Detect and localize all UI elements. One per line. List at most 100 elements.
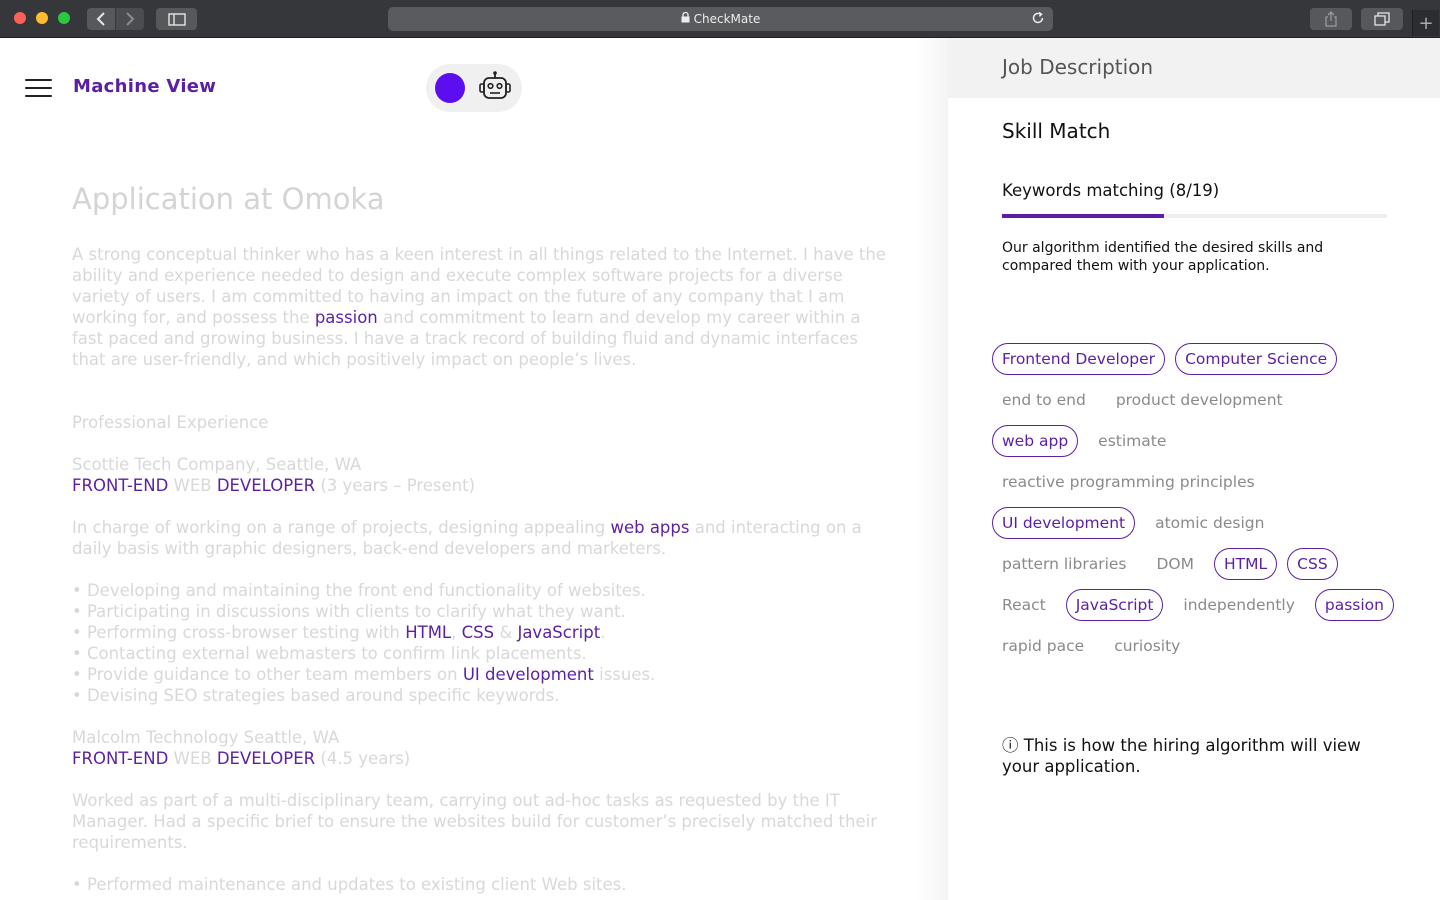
unmatched-keyword-tag: product development — [1115, 390, 1283, 409]
forward-button[interactable] — [116, 8, 144, 30]
keyword-highlight: JavaScript — [517, 623, 601, 642]
bullet-text: . — [600, 623, 606, 642]
brand-title: Machine View — [73, 76, 217, 97]
unmatched-keyword-tag: reactive programming principles — [1002, 472, 1255, 491]
bullet-item: • Performed maintenance and updates to e… — [72, 875, 627, 894]
tag-row: end to end product development — [992, 379, 1412, 420]
job-description: Worked as part of a multi-disciplinary t… — [72, 791, 877, 852]
skill-match-description: Our algorithm identified the desired ski… — [1002, 240, 1324, 274]
role-dates: (3 years – Present) — [315, 476, 476, 495]
chevron-left-icon — [96, 12, 105, 26]
algorithm-note: ⓘ This is how the hiring algorithm will … — [1002, 736, 1361, 776]
keyword-highlight: DEVELOPER — [216, 476, 316, 495]
robot-icon — [478, 70, 512, 108]
show-tabs-button[interactable] — [1361, 8, 1403, 30]
tag-row: pattern libraries DOM HTML CSS — [992, 543, 1412, 584]
lock-icon — [681, 11, 690, 26]
unmatched-keyword-tag: end to end — [1002, 390, 1086, 409]
unmatched-keyword-tag: curiosity — [1114, 636, 1181, 655]
unmatched-keyword-tag: pattern libraries — [1002, 554, 1127, 573]
bullet-item: • Devising SEO strategies based around s… — [72, 686, 560, 705]
reload-icon[interactable] — [1031, 11, 1045, 28]
bullet-text: , — [451, 623, 462, 642]
new-tab-button[interactable]: + — [1412, 10, 1439, 36]
keywords-progress-fill — [1002, 214, 1164, 218]
matched-keyword-tag: Computer Science — [1175, 342, 1338, 375]
role-text: WEB — [168, 476, 217, 495]
bullet-text: • Provide guidance to other team members… — [72, 665, 463, 684]
tabs-icon — [1374, 12, 1390, 26]
sidebar-toggle-button[interactable] — [156, 8, 197, 30]
matched-keyword-tag: passion — [1314, 588, 1394, 621]
bullet-item: • Participating in discussions with clie… — [72, 602, 626, 621]
share-icon — [1325, 11, 1337, 27]
matched-keyword-tag: HTML — [1214, 547, 1278, 580]
section-heading: Professional Experience — [72, 413, 269, 432]
toggle-knob[interactable] — [435, 73, 465, 103]
panel-shadow — [915, 38, 948, 900]
keyword-highlight: CSS — [461, 623, 495, 642]
keyword-highlight: FRONT-END — [72, 749, 169, 768]
share-button[interactable] — [1310, 8, 1352, 30]
role-line: FRONT-END WEB DEVELOPER (4.5 years) — [72, 748, 892, 769]
tag-row: UI development atomic design — [992, 502, 1412, 543]
application-document: Application at Omoka A strong conceptual… — [72, 180, 892, 895]
summary-paragraph: A strong conceptual thinker who has a ke… — [72, 244, 892, 370]
unmatched-keyword-tag: DOM — [1156, 554, 1195, 573]
matched-keyword-tag: JavaScript — [1065, 588, 1164, 621]
tag-row: rapid pace curiosity — [992, 625, 1412, 666]
tag-row: reactive programming principles — [992, 461, 1412, 502]
bullet-text: issues. — [593, 665, 656, 684]
matched-keyword-tag: Frontend Developer — [992, 342, 1166, 375]
chevron-right-icon — [126, 12, 135, 26]
role-line: FRONT-END WEB DEVELOPER (3 years – Prese… — [72, 475, 892, 496]
company-line: Malcolm Technology Seattle, WA — [72, 728, 340, 747]
panel-title: Job Description — [1002, 55, 1154, 79]
keywords-matching-label: Keywords matching (8/19) — [1002, 181, 1220, 200]
address-bar[interactable]: CheckMate — [388, 7, 1053, 31]
tag-row: React JavaScript independently passion — [992, 584, 1412, 625]
matched-keyword-tag: CSS — [1287, 547, 1338, 580]
keyword-highlight: FRONT-END — [72, 476, 169, 495]
hamburger-menu-icon[interactable] — [25, 79, 52, 98]
tag-row: Frontend Developer Computer Science — [992, 338, 1412, 379]
tag-row: web app estimate — [992, 420, 1412, 461]
bullet-text: • Performing cross-browser testing with — [72, 623, 406, 642]
company-line: Scottie Tech Company, Seattle, WA — [72, 455, 362, 474]
maximize-window-button[interactable] — [58, 12, 70, 24]
job-text: In charge of working on a range of proje… — [72, 518, 611, 537]
unmatched-keyword-tag: React — [1002, 595, 1046, 614]
unmatched-keyword-tag: rapid pace — [1002, 636, 1085, 655]
unmatched-keyword-tag: atomic design — [1155, 513, 1265, 532]
browser-toolbar: CheckMate + — [0, 0, 1440, 38]
matched-keyword-tag: web app — [992, 424, 1079, 457]
plus-icon: + — [1418, 12, 1434, 34]
unmatched-keyword-tag: estimate — [1098, 431, 1167, 450]
unmatched-keyword-tag: independently — [1183, 595, 1295, 614]
keyword-highlight: web apps — [610, 518, 690, 537]
keyword-highlight: passion — [314, 308, 378, 327]
job-description-panel: Job Description Skill Match Keywords mat… — [948, 38, 1440, 900]
keyword-highlight: DEVELOPER — [216, 749, 316, 768]
keyword-highlight: UI development — [462, 665, 594, 684]
job-description: In charge of working on a range of proje… — [72, 517, 892, 559]
keyword-highlight: HTML — [405, 623, 452, 642]
skill-match-heading: Skill Match — [1002, 119, 1111, 143]
role-text: WEB — [168, 749, 217, 768]
bullet-item: • Provide guidance to other team members… — [72, 664, 892, 685]
bullet-item: • Contacting external webmasters to conf… — [72, 644, 587, 663]
role-dates: (4.5 years) — [315, 749, 411, 768]
view-mode-toggle[interactable] — [426, 64, 522, 112]
bullet-item: • Developing and maintaining the front e… — [72, 581, 646, 600]
sidebar-icon — [167, 12, 186, 26]
bullet-text: & — [494, 623, 518, 642]
keyword-tags: Frontend Developer Computer Science end to… — [992, 338, 1412, 666]
bullet-item: • Performing cross-browser testing with … — [72, 622, 892, 643]
back-button[interactable] — [87, 8, 115, 30]
minimize-window-button[interactable] — [36, 12, 48, 24]
application-title: Application at Omoka — [72, 182, 385, 216]
close-window-button[interactable] — [14, 12, 26, 24]
address-bar-text: CheckMate — [693, 12, 761, 26]
matched-keyword-tag: UI development — [992, 506, 1136, 539]
keywords-progress-bar — [1002, 214, 1387, 218]
